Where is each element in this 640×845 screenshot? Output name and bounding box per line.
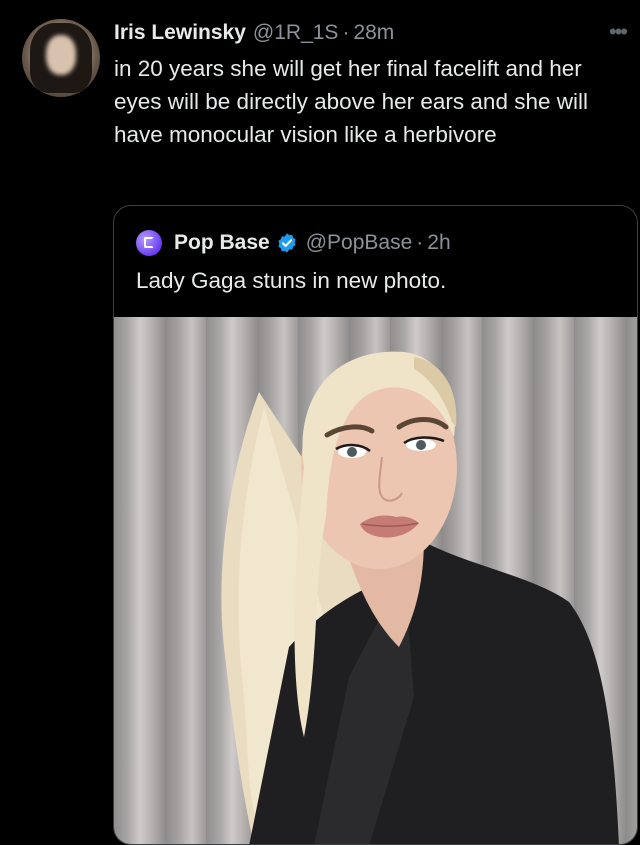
quoted-timestamp[interactable]: 2h (427, 231, 450, 255)
more-horizontal-icon[interactable]: ••• (609, 21, 628, 43)
user-handle[interactable]: @1R_1S (253, 21, 339, 45)
tweet-text: in 20 years she will get her final facel… (114, 56, 588, 147)
display-name[interactable]: Iris Lewinsky (114, 21, 246, 45)
tweet[interactable]: Iris Lewinsky @1R_1S · 28m ••• in 20 yea… (0, 0, 640, 845)
quoted-tweet[interactable]: Pop Base @PopBase · 2h Lady Gaga stuns i… (113, 205, 638, 845)
quoted-display-name[interactable]: Pop Base (174, 231, 270, 255)
quoted-handle[interactable]: @PopBase (306, 231, 413, 255)
avatar[interactable] (22, 19, 100, 97)
quoted-tweet-header: Pop Base @PopBase · 2h (136, 228, 451, 258)
separator-dot: · (342, 21, 350, 44)
quoted-separator-dot: · (416, 231, 424, 254)
avatar-face (46, 35, 76, 75)
quoted-tweet-text: Lady Gaga stuns in new photo. (136, 268, 447, 293)
verified-badge-icon (278, 233, 296, 253)
tweet-header: Iris Lewinsky @1R_1S · 28m (114, 18, 394, 48)
timestamp[interactable]: 28m (353, 21, 394, 45)
portrait-illustration (221, 351, 619, 844)
quoted-photo[interactable] (114, 317, 637, 844)
quoted-avatar[interactable] (136, 230, 162, 256)
